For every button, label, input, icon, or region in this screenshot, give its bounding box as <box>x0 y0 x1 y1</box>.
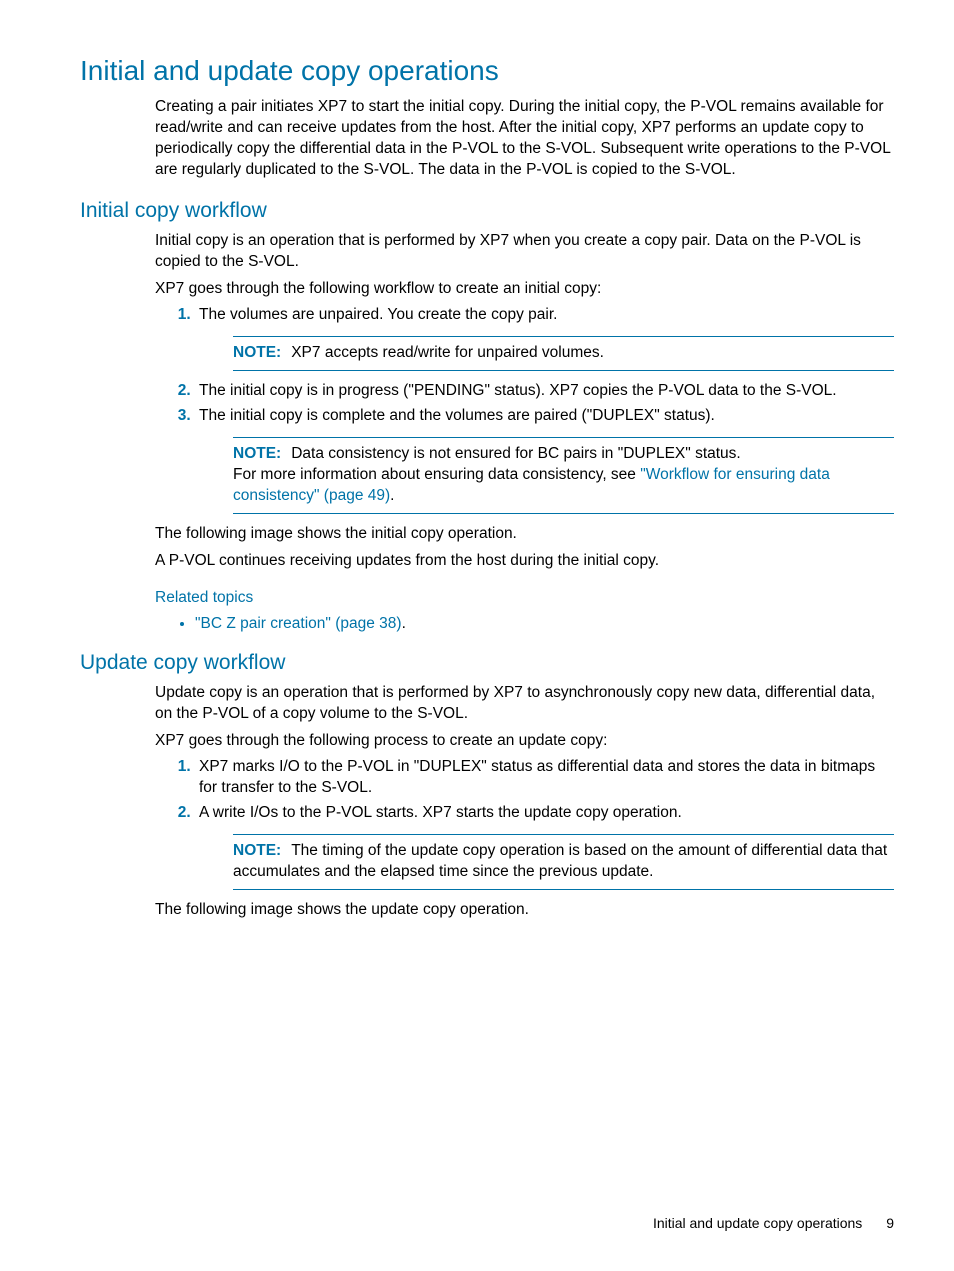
list-item-text: The initial copy is complete and the vol… <box>199 407 715 424</box>
note-text: The timing of the update copy operation … <box>233 842 887 880</box>
footer-title: Initial and update copy operations <box>653 1215 862 1231</box>
heading-2-update: Update copy workflow <box>80 651 894 675</box>
footer-page-number: 9 <box>886 1215 894 1231</box>
paragraph: Creating a pair initiates XP7 to start t… <box>155 97 894 181</box>
update-block: Update copy is an operation that is perf… <box>155 683 894 921</box>
related-topics-list: "BC Z pair creation" (page 38). <box>155 615 894 633</box>
note-text: Data consistency is not ensured for BC p… <box>291 445 741 462</box>
paragraph: XP7 goes through the following workflow … <box>155 279 894 300</box>
list-item-text: A write I/Os to the P-VOL starts. XP7 st… <box>199 804 682 821</box>
document-page: Initial and update copy operations Creat… <box>0 0 954 1271</box>
related-topics-heading: Related topics <box>155 588 894 609</box>
list-item: XP7 marks I/O to the P-VOL in "DUPLEX" s… <box>195 757 894 799</box>
paragraph: The following image shows the update cop… <box>155 900 894 921</box>
ordered-list-1: The volumes are unpaired. You create the… <box>155 305 894 513</box>
paragraph: Update copy is an operation that is perf… <box>155 683 894 725</box>
intro-block: Creating a pair initiates XP7 to start t… <box>155 97 894 181</box>
heading-2-initial: Initial copy workflow <box>80 199 894 223</box>
text: . <box>402 615 406 632</box>
list-item: The initial copy is complete and the vol… <box>195 406 894 514</box>
list-item-text: The volumes are unpaired. You create the… <box>199 306 557 323</box>
link-bc-z-pair[interactable]: "BC Z pair creation" (page 38) <box>195 615 402 632</box>
paragraph: XP7 goes through the following process t… <box>155 731 894 752</box>
note-box: NOTE: XP7 accepts read/write for unpaired… <box>233 336 894 371</box>
note-box: NOTE:The timing of the update copy opera… <box>233 834 894 890</box>
list-item: The volumes are unpaired. You create the… <box>195 305 894 371</box>
note-text: XP7 accepts read/write for unpaired volu… <box>291 344 604 361</box>
note-text: For more information about ensuring data… <box>233 466 640 483</box>
paragraph: A P-VOL continues receiving updates from… <box>155 551 894 572</box>
page-footer: Initial and update copy operations 9 <box>653 1215 894 1231</box>
list-item: A write I/Os to the P-VOL starts. XP7 st… <box>195 803 894 890</box>
list-item: "BC Z pair creation" (page 38). <box>195 615 894 633</box>
note-label: NOTE: <box>233 445 281 462</box>
note-label: NOTE: <box>233 344 281 361</box>
paragraph: Initial copy is an operation that is per… <box>155 231 894 273</box>
note-box: NOTE: Data consistency is not ensured for… <box>233 437 894 514</box>
initial-block: Initial copy is an operation that is per… <box>155 231 894 633</box>
paragraph: The following image shows the initial co… <box>155 524 894 545</box>
list-item: The initial copy is in progress ("PENDIN… <box>195 381 894 402</box>
note-text: . <box>390 487 394 504</box>
heading-1: Initial and update copy operations <box>80 55 894 87</box>
ordered-list-2: XP7 marks I/O to the P-VOL in "DUPLEX" s… <box>155 757 894 890</box>
note-label: NOTE: <box>233 842 281 859</box>
